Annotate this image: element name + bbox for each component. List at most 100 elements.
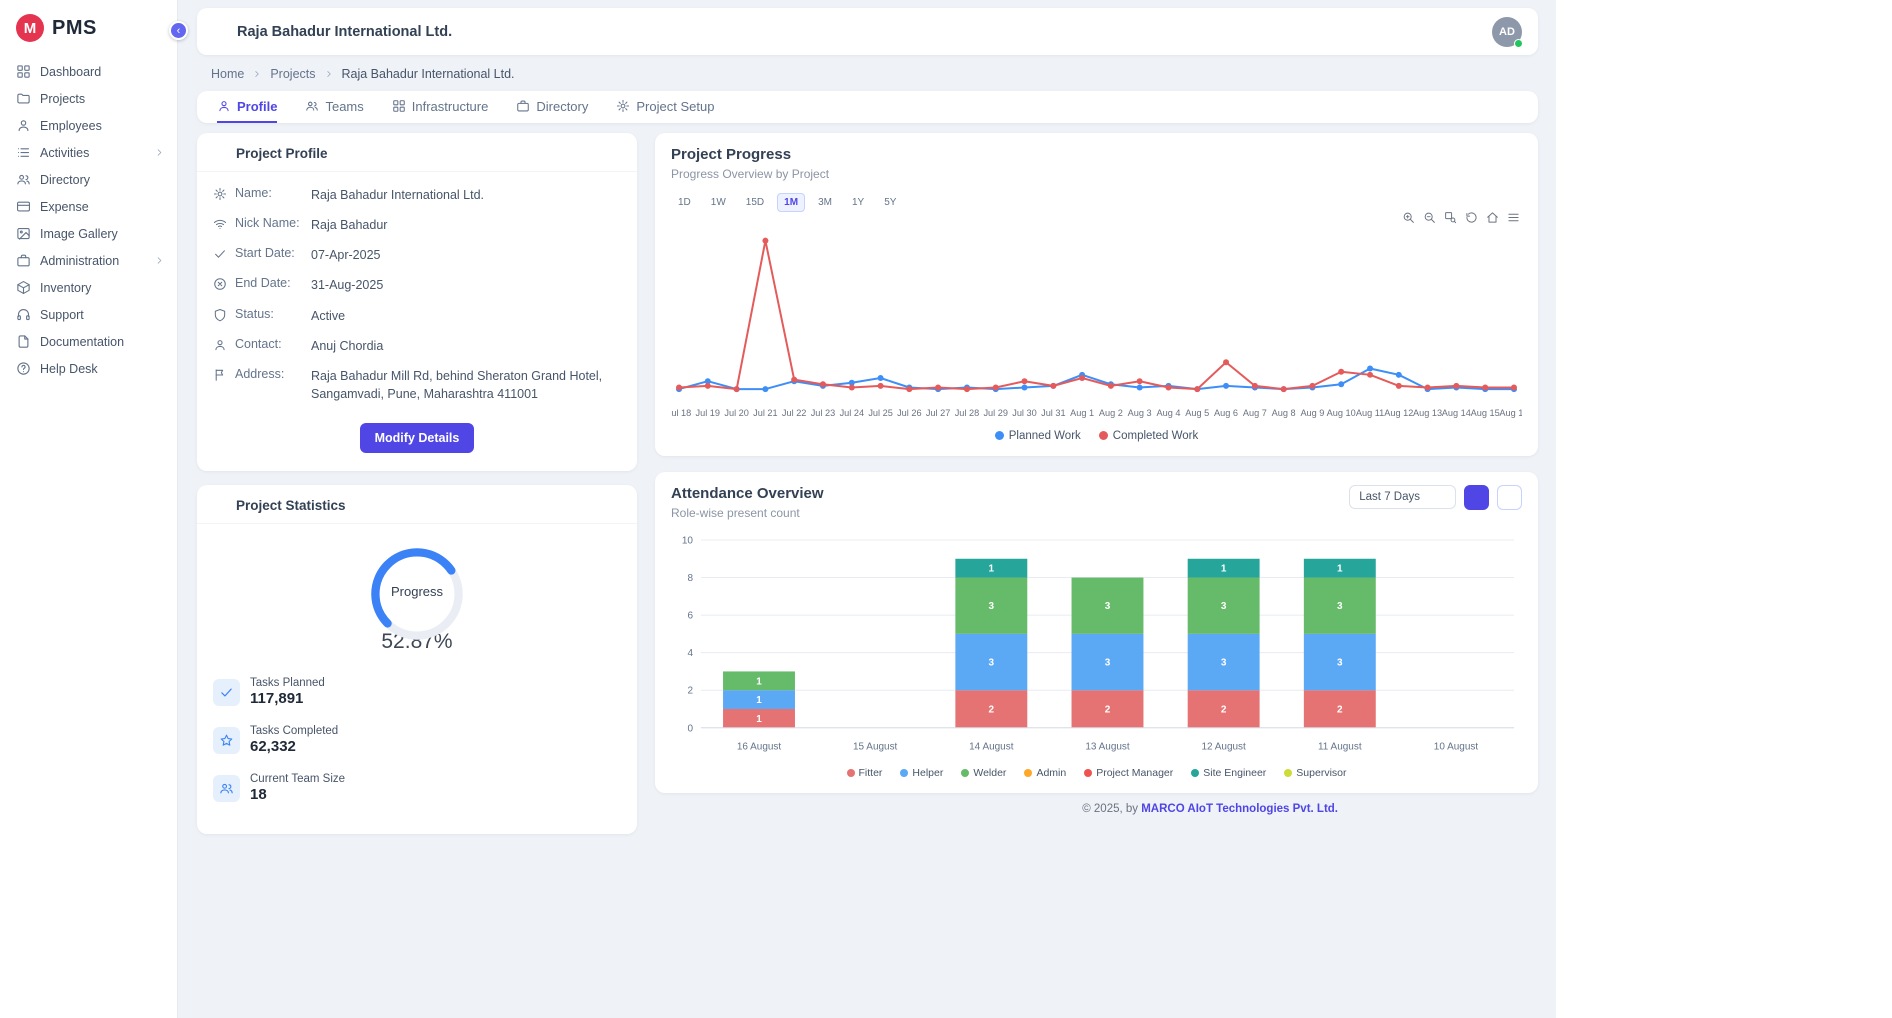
sidebar-item-administration[interactable]: Administration [0,247,177,274]
profile-field-status: Status:Active [197,301,637,331]
legend-item-helper[interactable]: Helper [900,767,943,779]
tab-directory[interactable]: Directory [516,91,588,123]
svg-text:Jul 18: Jul 18 [671,408,691,418]
apps-grid-icon[interactable] [1458,23,1476,41]
legend-item-planned-work[interactable]: Planned Work [995,430,1081,442]
logo-letter: M [24,20,37,37]
range-button-1d[interactable]: 1D [671,193,698,212]
sidebar-item-label: Expense [40,200,165,214]
date-range-select[interactable]: Last 7 Days [1349,485,1456,509]
svg-text:3: 3 [1105,657,1111,668]
svg-text:3: 3 [1337,601,1343,612]
tab-profile[interactable]: Profile [217,91,277,123]
menu-icon[interactable] [1507,211,1520,224]
bar-chart-view-button[interactable] [1464,485,1489,510]
progress-gauge: Progress [365,542,469,646]
sidebar-item-expense[interactable]: Expense [0,193,177,220]
home-icon[interactable] [1486,211,1499,224]
attendance-header: Attendance Overview Role-wise present co… [671,485,1522,520]
svg-text:8: 8 [687,573,693,584]
company-selector[interactable]: Raja Bahadur International Ltd. [213,24,474,40]
breadcrumb-item-raja-bahadur-international-ltd: Raja Bahadur International Ltd. [342,67,515,81]
sidebar-item-inventory[interactable]: Inventory [0,274,177,301]
sidebar-item-image-gallery[interactable]: Image Gallery [0,220,177,247]
legend-item-completed-work[interactable]: Completed Work [1099,430,1198,442]
svg-text:Jul 20: Jul 20 [724,408,748,418]
chevron-right-icon [154,255,165,266]
sidebar-item-projects[interactable]: Projects [0,85,177,112]
zoom-select-icon[interactable] [1444,211,1457,224]
attendance-bar-chart[interactable]: 024681016 August11115 August14 August233… [671,532,1522,764]
question-icon [16,361,31,376]
company-name[interactable]: Raja Bahadur International Ltd. [237,24,452,40]
modify-details-button[interactable]: Modify Details [360,423,475,453]
copyright-text: © 2025, by [1082,803,1141,815]
range-button-1w[interactable]: 1W [704,193,733,212]
sidebar-item-dashboard[interactable]: Dashboard [0,58,177,85]
card-icon [16,199,31,214]
sidebar-item-label: Activities [40,146,145,160]
avatar[interactable]: AD [1492,17,1522,47]
gauge-label: Progress [365,584,469,599]
svg-text:Aug 8: Aug 8 [1272,408,1296,418]
breadcrumb-item-home[interactable]: Home [211,67,244,81]
legend-label: Completed Work [1113,430,1198,442]
logo-icon: M [16,14,44,42]
footer-link[interactable]: MARCO AIoT Technologies Pvt. Ltd. [1141,803,1338,815]
chevron-right-icon [154,147,165,158]
range-button-3m[interactable]: 3M [811,193,839,212]
tab-label: Profile [237,99,277,114]
legend-item-admin[interactable]: Admin [1024,767,1066,779]
app-logo[interactable]: M PMS [0,0,177,58]
table-view-button[interactable] [1497,485,1522,510]
legend-item-project-manager[interactable]: Project Manager [1084,767,1173,779]
bar-chart-legend: Fitter Helper Welder Admin Project Manager Si… [671,763,1522,783]
stat-tasks-planned: Tasks Planned117,891 [197,668,637,716]
range-button-1m[interactable]: 1M [777,193,805,212]
profile-field-nick-name: Nick Name:Raja Bahadur [197,210,637,240]
tab-teams[interactable]: Teams [305,91,363,123]
legend-item-site-engineer[interactable]: Site Engineer [1191,767,1266,779]
sidebar-item-activities[interactable]: Activities [0,139,177,166]
svg-text:Aug 5: Aug 5 [1185,408,1209,418]
svg-text:3: 3 [1221,657,1227,668]
x-circle-icon [213,277,227,291]
tab-infrastructure[interactable]: Infrastructure [392,91,489,123]
sidebar-item-documentation[interactable]: Documentation [0,328,177,355]
legend-label: Fitter [859,767,883,779]
svg-text:2: 2 [1221,704,1227,715]
card-header: Project Profile [197,133,637,172]
range-button-5y[interactable]: 5Y [877,193,903,212]
svg-text:Aug 1: Aug 1 [1070,408,1094,418]
zoom-in-icon[interactable] [1402,211,1415,224]
range-button-1y[interactable]: 1Y [845,193,871,212]
stat-value: 117,891 [250,690,325,707]
svg-text:1: 1 [1337,563,1343,574]
legend-item-fitter[interactable]: Fitter [847,767,883,779]
legend-dot [1099,431,1108,440]
progress-line-chart[interactable]: Jul 18Jul 19Jul 20Jul 21Jul 22Jul 23Jul … [671,226,1522,426]
sidebar-item-employees[interactable]: Employees [0,112,177,139]
sidebar-item-label: Administration [40,254,145,268]
tab-label: Directory [536,99,588,114]
sidebar-item-directory[interactable]: Directory [0,166,177,193]
svg-text:3: 3 [989,601,995,612]
breadcrumb-item-projects[interactable]: Projects [270,67,315,81]
legend-item-welder[interactable]: Welder [961,767,1006,779]
zoom-out-icon[interactable] [1423,211,1436,224]
range-button-15d[interactable]: 15D [739,193,771,212]
sidebar-item-label: Projects [40,92,165,106]
sidebar-item-support[interactable]: Support [0,301,177,328]
sidebar-collapse-button[interactable]: ‹ [169,21,188,40]
restore-icon[interactable] [1465,211,1478,224]
chevron-down-icon[interactable] [460,25,474,39]
tab-project-setup[interactable]: Project Setup [616,91,714,123]
gear-icon [213,187,227,201]
svg-text:Jul 31: Jul 31 [1041,408,1065,418]
footer: © 2025, by MARCO AIoT Technologies Pvt. … [655,793,1538,815]
chevron-right-icon [324,69,334,79]
legend-item-supervisor[interactable]: Supervisor [1284,767,1346,779]
check-icon [213,679,240,706]
sidebar-item-help-desk[interactable]: Help Desk [0,355,177,382]
file-icon [16,334,31,349]
